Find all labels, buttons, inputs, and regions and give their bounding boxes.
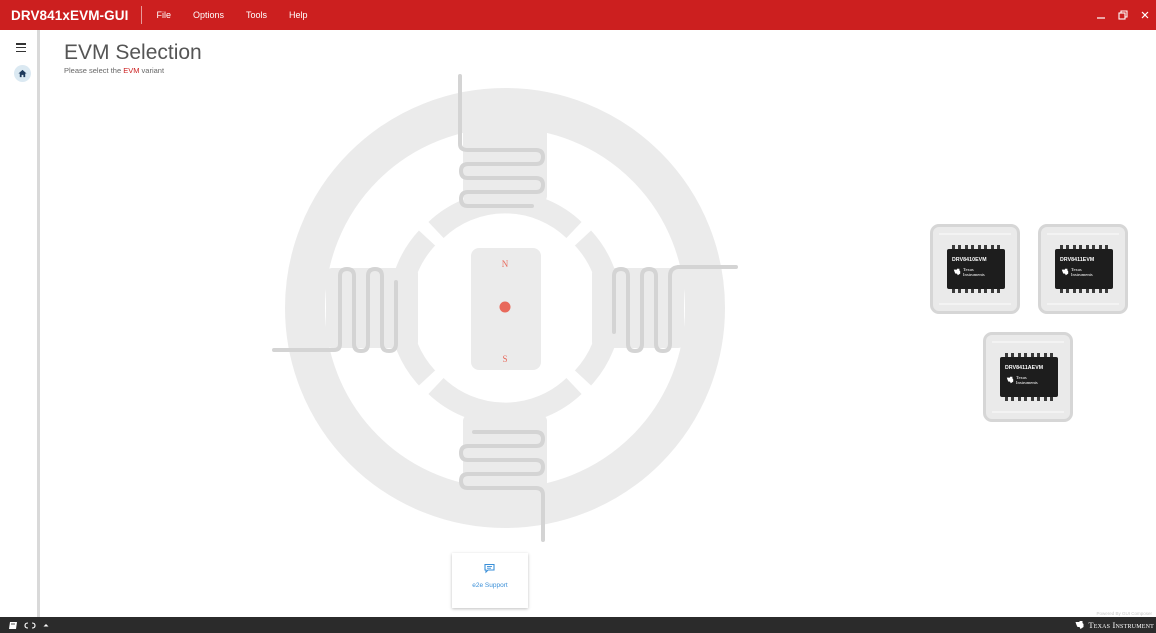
rotor-north-label: N	[502, 259, 509, 269]
stepper-motor-graphic: N S	[272, 74, 738, 542]
restore-button[interactable]	[1112, 0, 1134, 30]
subtitle-prefix: Please select the	[64, 66, 124, 75]
page-title: EVM Selection	[64, 41, 202, 64]
ti-logo: Texas Instruments	[953, 267, 985, 277]
minimize-button[interactable]	[1090, 0, 1112, 30]
ti-brand-line2: Instruments	[1071, 272, 1093, 277]
ti-brand-line2: Instruments	[963, 272, 985, 277]
evm-chip: DRV8411EVM Texas Instruments	[1055, 245, 1113, 293]
app-window: DRV841xEVM-GUI File Options Tools Help E…	[0, 0, 1156, 633]
status-bar: Texas Instrument	[0, 617, 1156, 633]
chevron-up-icon[interactable]	[42, 621, 50, 629]
ti-brand-text: Texas Instrument	[1088, 620, 1154, 630]
e2e-support-card[interactable]: e2e Support	[452, 553, 528, 608]
status-bar-brand: Texas Instrument	[1074, 617, 1154, 633]
ti-logo: Texas Instruments	[1006, 375, 1038, 385]
title-divider	[141, 6, 143, 24]
minimize-icon	[1097, 17, 1105, 19]
close-button[interactable]	[1134, 0, 1156, 30]
evm-card-drv8411a[interactable]: DRV8411AEVM Texas Instruments	[983, 332, 1073, 422]
menu-tools[interactable]: Tools	[246, 10, 267, 20]
title-bar: DRV841xEVM-GUI File Options Tools Help	[0, 0, 1156, 30]
close-icon	[1141, 11, 1149, 19]
evm-card-drv8410[interactable]: DRV8410EVM Texas Instruments	[930, 224, 1020, 314]
ti-brand-line2: Instruments	[1016, 380, 1038, 385]
evm-name: DRV8410EVM	[952, 257, 987, 263]
ti-logo-icon	[953, 268, 961, 276]
app-title: DRV841xEVM-GUI	[11, 7, 129, 23]
rotor-center-dot	[499, 301, 511, 313]
menu-icon[interactable]	[16, 43, 26, 54]
window-controls	[1090, 0, 1156, 30]
ti-logo: Texas Instruments	[1061, 267, 1093, 277]
restore-icon	[1118, 10, 1128, 20]
evm-chip: DRV8411AEVM Texas Instruments	[1000, 353, 1058, 401]
status-bar-left	[8, 617, 50, 633]
left-nav-rail	[0, 30, 40, 617]
home-icon	[18, 69, 27, 78]
evm-card-drv8411[interactable]: DRV8411EVM Texas Instruments	[1038, 224, 1128, 314]
book-icon[interactable]	[8, 621, 18, 630]
ti-logo-icon	[1075, 621, 1084, 629]
connection-icon[interactable]	[23, 621, 37, 630]
home-button[interactable]	[14, 65, 31, 82]
menu-file[interactable]: File	[156, 10, 171, 20]
powered-by-text: Powered By GUI Composer	[1096, 611, 1152, 616]
evm-name: DRV8411EVM	[1060, 257, 1095, 263]
ti-logo-icon	[1006, 376, 1014, 384]
subtitle-accent: EVM	[123, 66, 140, 75]
ti-logo-icon	[1061, 268, 1069, 276]
evm-name: DRV8411AEVM	[1005, 365, 1044, 371]
e2e-support-label: e2e Support	[472, 582, 508, 589]
chat-icon	[484, 563, 495, 574]
page-subtitle: Please select the EVM variant	[64, 66, 164, 75]
subtitle-suffix: variant	[139, 66, 165, 75]
evm-chip: DRV8410EVM Texas Instruments	[947, 245, 1005, 293]
stator-arc-bottom	[428, 377, 582, 425]
menu-options[interactable]: Options	[193, 10, 224, 20]
rotor-south-label: S	[502, 354, 507, 364]
menu-help[interactable]: Help	[289, 10, 308, 20]
